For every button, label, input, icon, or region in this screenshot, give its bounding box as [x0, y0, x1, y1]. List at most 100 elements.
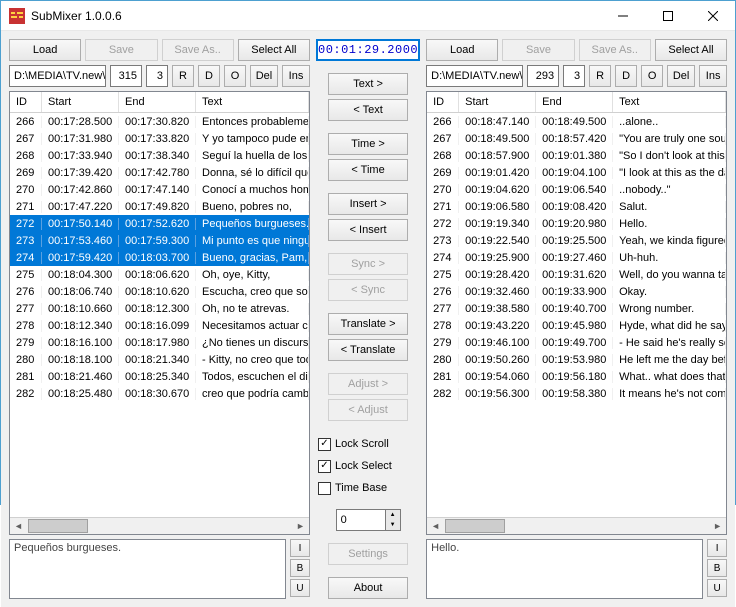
table-row[interactable]: 27200:17:50.14000:17:52.620Pequeños burg… — [10, 215, 309, 232]
col-end[interactable]: End — [119, 92, 196, 112]
left-o-button[interactable]: O — [224, 65, 246, 87]
right-count1-field[interactable]: 293 — [527, 65, 559, 87]
left-save-button[interactable]: Save — [85, 39, 157, 61]
right-saveas-button[interactable]: Save As.. — [579, 39, 651, 61]
table-row[interactable]: 26700:18:49.50000:18:57.420"You are trul… — [427, 130, 726, 147]
table-row[interactable]: 27400:17:59.42000:18:03.700Bueno, gracia… — [10, 249, 309, 266]
table-row[interactable]: 26600:17:28.50000:17:30.820Entonces prob… — [10, 113, 309, 130]
right-save-button[interactable]: Save — [502, 39, 574, 61]
left-hscroll[interactable]: ◄► — [10, 517, 309, 534]
right-preview[interactable]: Hello. — [426, 539, 703, 599]
table-row[interactable]: 26800:18:57.90000:19:01.380"So I don't l… — [427, 147, 726, 164]
col-start[interactable]: Start — [459, 92, 536, 112]
table-row[interactable]: 27300:19:22.54000:19:25.500Yeah, we kind… — [427, 232, 726, 249]
text-fwd-button[interactable]: Text > — [328, 73, 408, 95]
left-bold-button[interactable]: B — [290, 559, 310, 577]
table-row[interactable]: 28100:19:54.06000:19:56.180What.. what d… — [427, 368, 726, 385]
right-o-button[interactable]: O — [641, 65, 663, 87]
table-row[interactable]: 27600:19:32.46000:19:33.900Okay. — [427, 283, 726, 300]
left-table[interactable]: ID Start End Text 26600:17:28.50000:17:3… — [9, 91, 310, 535]
col-id[interactable]: ID — [10, 92, 42, 112]
right-underline-button[interactable]: U — [707, 579, 727, 597]
right-selectall-button[interactable]: Select All — [655, 39, 727, 61]
right-load-button[interactable]: Load — [426, 39, 498, 61]
table-row[interactable]: 27200:19:19.34000:19:20.980Hello. — [427, 215, 726, 232]
lock-select-checkbox[interactable]: Lock Select — [316, 457, 420, 475]
table-row[interactable]: 27700:19:38.58000:19:40.700Wrong number. — [427, 300, 726, 317]
right-del-button[interactable]: Del — [667, 65, 695, 87]
table-row[interactable]: 27800:18:12.34000:18:16.099Necesitamos a… — [10, 317, 309, 334]
text-back-button[interactable]: < Text — [328, 99, 408, 121]
settings-button[interactable]: Settings — [328, 543, 408, 565]
right-ins-button[interactable]: Ins — [699, 65, 727, 87]
left-preview[interactable]: Pequeños burgueses. — [9, 539, 286, 599]
adjust-back-button[interactable]: < Adjust — [328, 399, 408, 421]
left-r-button[interactable]: R — [172, 65, 194, 87]
left-italic-button[interactable]: I — [290, 539, 310, 557]
spinner-down-icon[interactable]: ▼ — [386, 520, 400, 530]
table-row[interactable]: 27400:19:25.90000:19:27.460Uh-huh. — [427, 249, 726, 266]
left-count2-field[interactable]: 3 — [146, 65, 168, 87]
table-row[interactable]: 27800:19:43.22000:19:45.980Hyde, what di… — [427, 317, 726, 334]
insert-fwd-button[interactable]: Insert > — [328, 193, 408, 215]
table-row[interactable]: 26900:19:01.42000:19:04.100"I look at th… — [427, 164, 726, 181]
table-row[interactable]: 27900:19:46.10000:19:49.700- He said he'… — [427, 334, 726, 351]
table-row[interactable]: 28000:18:18.10000:18:21.340- Kitty, no c… — [10, 351, 309, 368]
table-row[interactable]: 27000:19:04.62000:19:06.540..nobody.." — [427, 181, 726, 198]
translate-back-button[interactable]: < Translate — [328, 339, 408, 361]
table-row[interactable]: 27500:18:04.30000:18:06.620Oh, oye, Kitt… — [10, 266, 309, 283]
right-r-button[interactable]: R — [589, 65, 611, 87]
table-row[interactable]: 28000:19:50.26000:19:53.980He left me th… — [427, 351, 726, 368]
left-load-button[interactable]: Load — [9, 39, 81, 61]
table-row[interactable]: 26900:17:39.42000:17:42.780Donna, sé lo … — [10, 164, 309, 181]
translate-fwd-button[interactable]: Translate > — [328, 313, 408, 335]
col-start[interactable]: Start — [42, 92, 119, 112]
table-row[interactable]: 26700:17:31.98000:17:33.820Y yo tampoco … — [10, 130, 309, 147]
col-text[interactable]: Text — [613, 92, 726, 112]
table-row[interactable]: 27100:19:06.58000:19:08.420Salut. — [427, 198, 726, 215]
right-d-button[interactable]: D — [615, 65, 637, 87]
spinner-up-icon[interactable]: ▲ — [386, 510, 400, 520]
right-bold-button[interactable]: B — [707, 559, 727, 577]
sync-fwd-button[interactable]: Sync > — [328, 253, 408, 275]
left-selectall-button[interactable]: Select All — [238, 39, 310, 61]
right-italic-button[interactable]: I — [707, 539, 727, 557]
table-row[interactable]: 28200:18:25.48000:18:30.670creo que podr… — [10, 385, 309, 402]
table-row[interactable]: 27600:18:06.74000:18:10.620Escucha, creo… — [10, 283, 309, 300]
left-path-field[interactable]: D:\MEDIA\TV.new\That 7 — [9, 65, 106, 87]
time-fwd-button[interactable]: Time > — [328, 133, 408, 155]
right-hscroll[interactable]: ◄► — [427, 517, 726, 534]
maximize-button[interactable] — [645, 1, 690, 30]
col-end[interactable]: End — [536, 92, 613, 112]
right-count2-field[interactable]: 3 — [563, 65, 585, 87]
time-base-checkbox[interactable]: Time Base — [316, 479, 420, 497]
close-button[interactable] — [690, 1, 735, 30]
left-d-button[interactable]: D — [198, 65, 220, 87]
table-row[interactable]: 27500:19:28.42000:19:31.620Well, do you … — [427, 266, 726, 283]
left-del-button[interactable]: Del — [250, 65, 278, 87]
col-id[interactable]: ID — [427, 92, 459, 112]
col-text[interactable]: Text — [196, 92, 309, 112]
insert-back-button[interactable]: < Insert — [328, 219, 408, 241]
right-table[interactable]: ID Start End Text 26600:18:47.14000:18:4… — [426, 91, 727, 535]
about-button[interactable]: About — [328, 577, 408, 599]
right-path-field[interactable]: D:\MEDIA\TV.new\That — [426, 65, 523, 87]
table-row[interactable]: 26600:18:47.14000:18:49.500..alone.. — [427, 113, 726, 130]
table-row[interactable]: 28200:19:56.30000:19:58.380It means he's… — [427, 385, 726, 402]
lock-scroll-checkbox[interactable]: Lock Scroll — [316, 435, 420, 453]
left-saveas-button[interactable]: Save As.. — [162, 39, 234, 61]
table-row[interactable]: 27300:17:53.46000:17:59.300Mi punto es q… — [10, 232, 309, 249]
minimize-button[interactable] — [600, 1, 645, 30]
offset-spinner[interactable]: 0 ▲▼ — [336, 509, 401, 531]
left-count1-field[interactable]: 315 — [110, 65, 142, 87]
table-row[interactable]: 28100:18:21.46000:18:25.340Todos, escuch… — [10, 368, 309, 385]
table-row[interactable]: 27100:17:47.22000:17:49.820Bueno, pobres… — [10, 198, 309, 215]
table-row[interactable]: 27000:17:42.86000:17:47.140Conocí a much… — [10, 181, 309, 198]
table-row[interactable]: 26800:17:33.94000:17:38.340Seguí la huel… — [10, 147, 309, 164]
right-table-body[interactable]: 26600:18:47.14000:18:49.500..alone..2670… — [427, 113, 726, 517]
table-row[interactable]: 27700:18:10.66000:18:12.300Oh, no te atr… — [10, 300, 309, 317]
left-ins-button[interactable]: Ins — [282, 65, 310, 87]
sync-back-button[interactable]: < Sync — [328, 279, 408, 301]
adjust-fwd-button[interactable]: Adjust > — [328, 373, 408, 395]
left-table-body[interactable]: 26600:17:28.50000:17:30.820Entonces prob… — [10, 113, 309, 517]
